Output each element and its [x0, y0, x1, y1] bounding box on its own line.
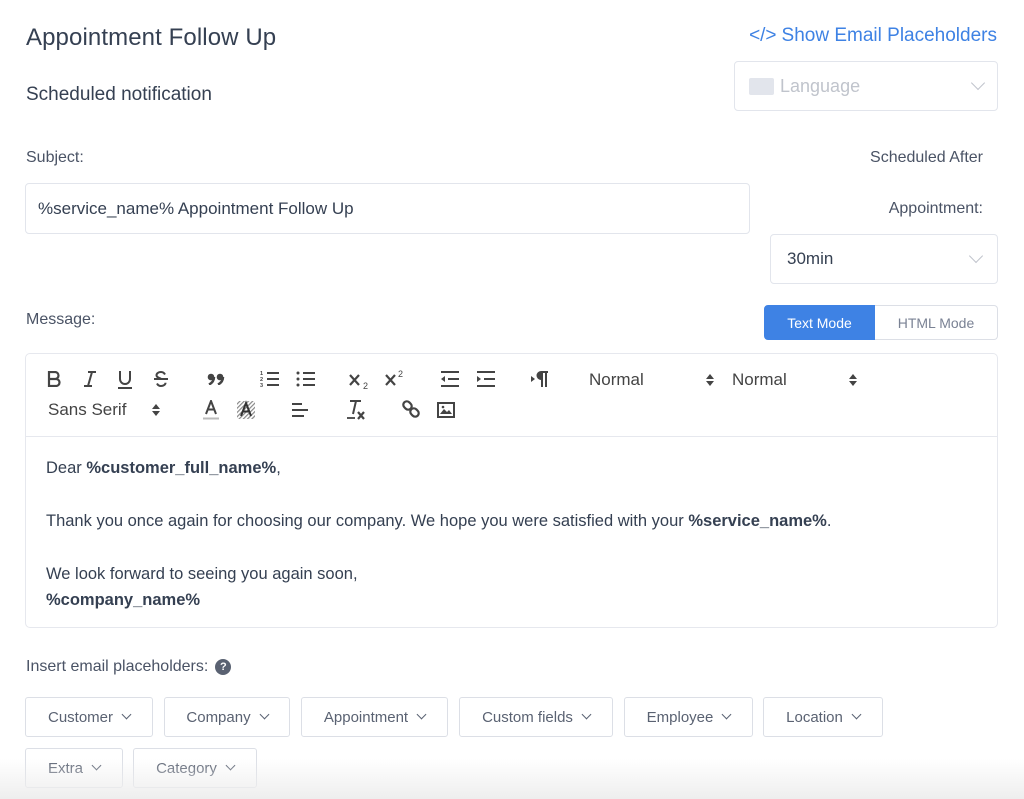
placeholder-group-label: Category [156, 759, 217, 777]
outdent-icon[interactable] [440, 370, 460, 388]
blockquote-icon[interactable] [206, 371, 226, 387]
placeholder-group-category[interactable]: Category [133, 748, 257, 788]
placeholder-group-label: Company [186, 708, 251, 726]
scheduled-after-value: 30min [787, 249, 834, 268]
flag-icon [749, 77, 774, 95]
background-color-icon[interactable] [236, 399, 256, 421]
page-title: Appointment Follow Up [26, 24, 277, 51]
language-placeholder: Language [780, 75, 861, 96]
font-color-icon[interactable] [201, 399, 221, 421]
customer-name-placeholder: %customer_full_name% [86, 459, 277, 477]
font-picker[interactable]: Sans Serif [48, 400, 161, 420]
chevron-down-icon [225, 760, 236, 771]
size-picker-value: Normal [732, 370, 787, 389]
chevron-down-icon [721, 709, 732, 720]
svg-text:2: 2 [363, 381, 368, 390]
underline-icon[interactable] [116, 369, 134, 391]
placeholder-group-custom-fields[interactable]: Custom fields [459, 697, 613, 737]
editor-toolbar: 123 2 2 Normal Normal Sans Serif [26, 354, 997, 437]
up-down-arrows-icon [848, 374, 857, 386]
chevron-down-icon [416, 709, 427, 720]
placeholder-group-appointment[interactable]: Appointment [301, 697, 448, 737]
greeting-line: Dear %customer_full_name%, [46, 455, 977, 481]
placeholder-group-label: Custom fields [482, 708, 573, 726]
chevron-down-icon [581, 709, 592, 720]
placeholder-group-company[interactable]: Company [164, 697, 290, 737]
align-left-icon[interactable] [290, 401, 310, 419]
bullet-list-icon[interactable] [296, 370, 316, 388]
scheduled-appointment-label: Appointment: [888, 200, 983, 217]
strike-icon[interactable] [152, 369, 170, 389]
page-subtitle: Scheduled notification [26, 84, 212, 105]
italic-icon[interactable] [81, 369, 99, 389]
ordered-list-icon[interactable]: 123 [260, 370, 280, 388]
svg-text:3: 3 [260, 383, 263, 388]
placeholder-group-employee[interactable]: Employee [624, 697, 753, 737]
message-label: Message: [26, 311, 96, 328]
placeholder-group-location[interactable]: Location [763, 697, 883, 737]
font-picker-value: Sans Serif [48, 400, 127, 419]
thank-you-suffix: . [826, 512, 832, 530]
closing-line: We look forward to seeing you again soon… [46, 565, 358, 583]
html-mode-button[interactable]: HTML Mode [875, 305, 998, 340]
indent-icon[interactable] [476, 370, 496, 388]
thank-you-text: Thank you once again for choosing our co… [46, 512, 689, 530]
signature-line: %company_name% [46, 587, 977, 613]
service-name-placeholder: %service_name% [688, 512, 827, 530]
placeholder-group-customer[interactable]: Customer [25, 697, 153, 737]
placeholder-group-label: Location [786, 708, 843, 726]
chevron-down-icon [259, 709, 270, 720]
chevron-down-icon [968, 248, 984, 264]
chevron-down-icon [970, 75, 986, 91]
text-mode-button[interactable]: Text Mode [764, 305, 875, 340]
show-email-placeholders-link[interactable]: </> Show Email Placeholders [749, 25, 997, 47]
subject-input[interactable] [25, 183, 750, 234]
subscript-icon[interactable]: 2 [348, 370, 372, 390]
insert-placeholders-text: Insert email placeholders: [26, 658, 209, 675]
company-name-placeholder: %company_name% [46, 591, 201, 609]
message-editor: 123 2 2 Normal Normal Sans Serif Dear %c… [25, 353, 998, 628]
chevron-down-icon [121, 709, 132, 720]
chevron-down-icon [851, 709, 862, 720]
show-placeholders-label: Show Email Placeholders [781, 25, 997, 46]
bold-icon[interactable] [45, 369, 63, 389]
chevron-down-icon [91, 760, 102, 771]
clear-format-icon[interactable] [345, 399, 367, 421]
insert-placeholders-label: Insert email placeholders: ? [26, 658, 232, 676]
rtl-direction-icon[interactable] [530, 370, 552, 388]
editor-mode-toggle: Text Mode HTML Mode [764, 305, 998, 340]
placeholder-group-extra[interactable]: Extra [25, 748, 123, 788]
scheduled-after-label: Scheduled After [870, 149, 983, 166]
message-body[interactable]: Dear %customer_full_name%, Thank you onc… [26, 437, 997, 631]
code-icon: </> [749, 25, 777, 46]
superscript-icon[interactable]: 2 [384, 368, 408, 388]
subject-label: Subject: [26, 149, 84, 166]
size-picker[interactable]: Normal [732, 370, 857, 390]
placeholder-group-label: Employee [646, 708, 714, 726]
header-picker-value: Normal [589, 370, 644, 389]
image-icon[interactable] [436, 400, 456, 420]
placeholder-group-label: Extra [47, 759, 83, 777]
placeholder-group-label: Appointment [323, 708, 409, 726]
thank-you-line: Thank you once again for choosing our co… [46, 508, 977, 534]
svg-text:2: 2 [398, 369, 403, 379]
help-icon[interactable]: ? [215, 659, 232, 675]
up-down-arrows-icon [705, 374, 714, 386]
scheduled-after-select[interactable]: 30min [770, 234, 998, 284]
greeting-suffix: , [276, 459, 281, 477]
placeholder-group-label: Customer [47, 708, 114, 726]
header-picker[interactable]: Normal [589, 370, 714, 390]
link-icon[interactable] [400, 400, 422, 420]
up-down-arrows-icon [152, 404, 161, 416]
greeting-text: Dear [46, 459, 87, 477]
language-select[interactable]: Language [734, 61, 998, 111]
